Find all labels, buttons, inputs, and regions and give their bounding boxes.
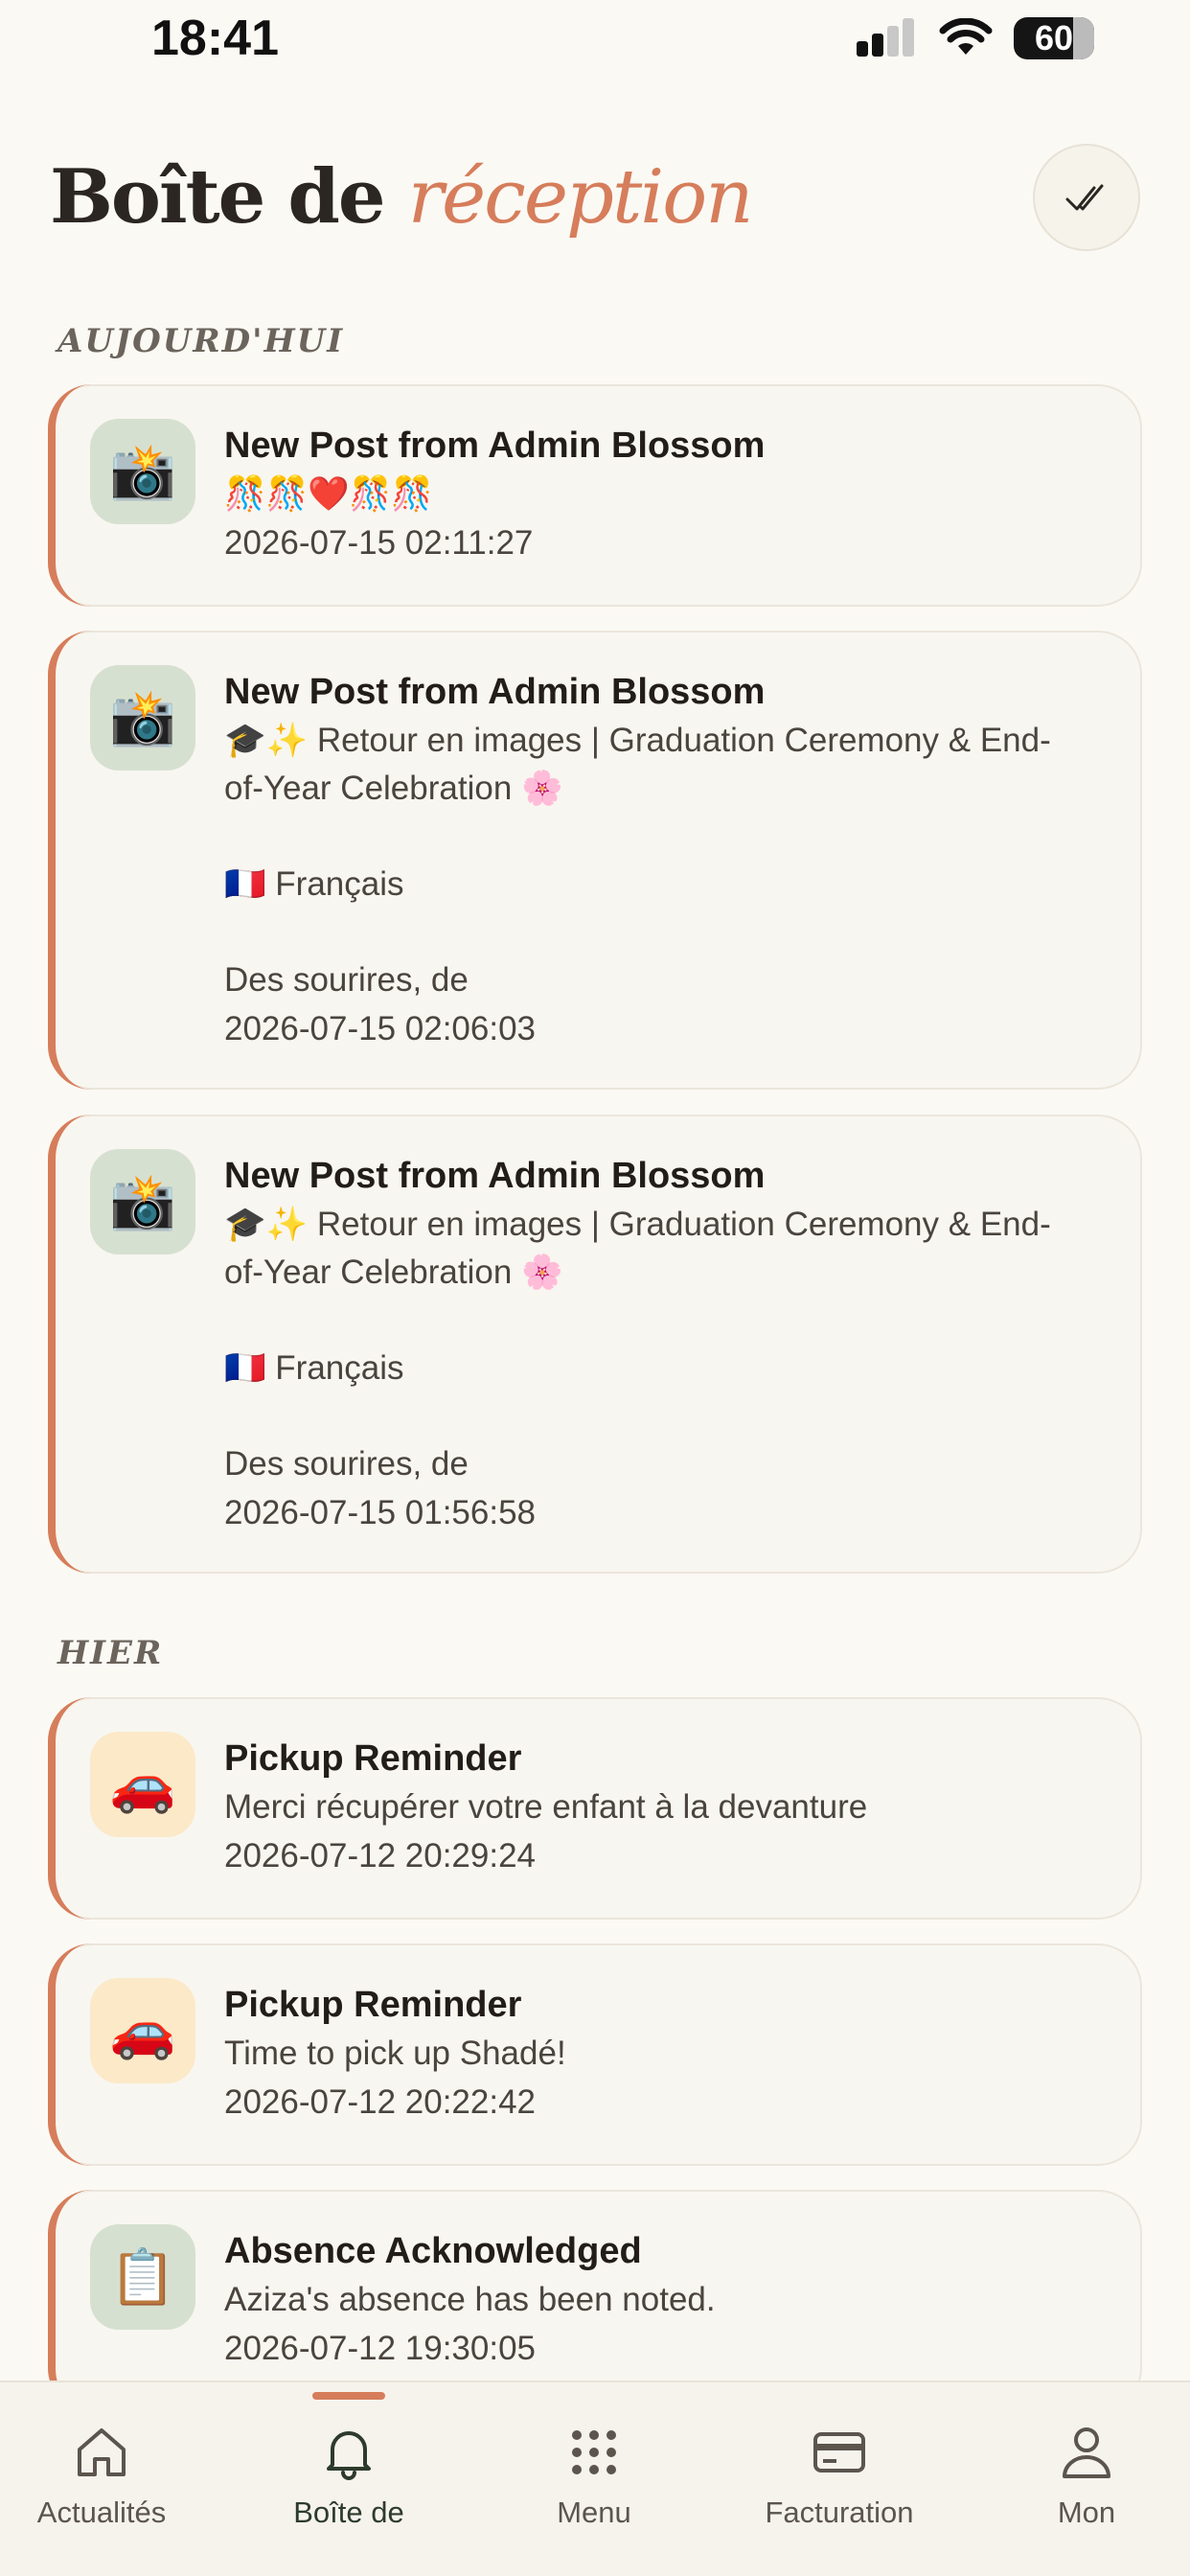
notification-card[interactable]: 📸 New Post from Admin Blossom 🎓✨ Retour …	[48, 631, 1142, 1090]
tab-facturation[interactable]: Facturation	[734, 2421, 945, 2545]
battery-indicator: 60	[1014, 17, 1094, 59]
notification-date: 2026-07-15 02:06:03	[224, 1010, 536, 1047]
clipboard-icon: 📋	[90, 2224, 195, 2330]
camera-flash-icon: 📸	[90, 1149, 195, 1254]
tab-label: Actualités	[36, 2496, 167, 2529]
section-label-yesterday: HIER	[57, 1634, 164, 1672]
page-title: Boîte de réception	[50, 153, 754, 241]
tab-label: Boîte de	[293, 2496, 404, 2529]
tab-menu[interactable]: Menu	[489, 2421, 699, 2545]
wifi-icon	[939, 18, 993, 55]
inbox-header: Boîte de réception	[50, 144, 1140, 268]
notification-text: 🎓✨ Retour en images | Graduation Ceremon…	[224, 722, 1051, 999]
bottom-tab-bar: Actualités Boîte de Menu Facturation Mon	[0, 2380, 1190, 2576]
card-icon	[813, 2432, 865, 2472]
tab-label: Menu	[557, 2496, 631, 2529]
notification-text: 🎓✨ Retour en images | Graduation Ceremon…	[224, 1206, 1051, 1483]
notification-card[interactable]: 📋 Absence Acknowledged Aziza's absence h…	[48, 2190, 1142, 2412]
notification-date: 2026-07-15 01:56:58	[224, 1494, 536, 1531]
tab-actualites[interactable]: Actualités	[0, 2421, 207, 2545]
section-label-today: AUJOURD'HUI	[57, 322, 345, 360]
car-icon: 🚗	[90, 1978, 195, 2083]
notification-title: New Post from Admin Blossom	[224, 426, 766, 466]
notification-date: 2026-07-12 20:29:24	[224, 1837, 536, 1874]
tab-mon[interactable]: Mon	[981, 2421, 1190, 2545]
car-icon: 🚗	[90, 1732, 195, 1837]
active-tab-indicator	[312, 2392, 385, 2400]
tab-label: Mon	[1057, 2496, 1116, 2529]
grid-icon	[572, 2430, 616, 2474]
notification-text: Aziza's absence has been noted.	[224, 2281, 716, 2318]
camera-flash-icon: 📸	[90, 665, 195, 770]
double-check-icon	[1065, 184, 1104, 211]
notification-text: Time to pick up Shadé!	[224, 2035, 566, 2072]
notification-title: Absence Acknowledged	[224, 2231, 642, 2271]
camera-flash-icon: 📸	[90, 419, 195, 524]
notification-date: 2026-07-12 19:30:05	[224, 2330, 536, 2367]
status-time: 18:41	[151, 11, 279, 66]
battery-level: 60	[1034, 18, 1074, 58]
notification-date: 2026-07-15 02:11:27	[224, 524, 534, 562]
notification-title: Pickup Reminder	[224, 1985, 522, 2025]
tab-boite-de-reception[interactable]: Boîte de	[243, 2421, 454, 2545]
notification-date: 2026-07-12 20:22:42	[224, 2083, 536, 2121]
mark-all-read-button[interactable]	[1033, 144, 1140, 251]
status-bar: 18:41 60	[0, 0, 1190, 86]
notification-title: New Post from Admin Blossom	[224, 672, 766, 712]
notification-card[interactable]: 🚗 Pickup Reminder Merci récupérer votre …	[48, 1697, 1142, 1920]
notification-text: 🎊🎊❤️🎊🎊	[224, 475, 433, 513]
notification-card[interactable]: 📸 New Post from Admin Blossom 🎊🎊❤️🎊🎊 202…	[48, 384, 1142, 607]
status-icons: 60	[855, 17, 1094, 59]
notification-card[interactable]: 📸 New Post from Admin Blossom 🎓✨ Retour …	[48, 1115, 1142, 1574]
notification-title: Pickup Reminder	[224, 1738, 522, 1779]
home-icon	[78, 2428, 126, 2476]
bell-icon	[327, 2431, 371, 2480]
notification-text: Merci récupérer votre enfant à la devant…	[224, 1788, 868, 1826]
cellular-signal-icon	[857, 18, 914, 57]
page-title-accent: réception	[407, 154, 754, 241]
notification-title: New Post from Admin Blossom	[224, 1156, 766, 1196]
page-title-main: Boîte de	[50, 153, 386, 241]
notification-card[interactable]: 🚗 Pickup Reminder Time to pick up Shadé!…	[48, 1944, 1142, 2166]
person-icon	[1063, 2427, 1110, 2478]
tab-label: Facturation	[765, 2496, 914, 2529]
